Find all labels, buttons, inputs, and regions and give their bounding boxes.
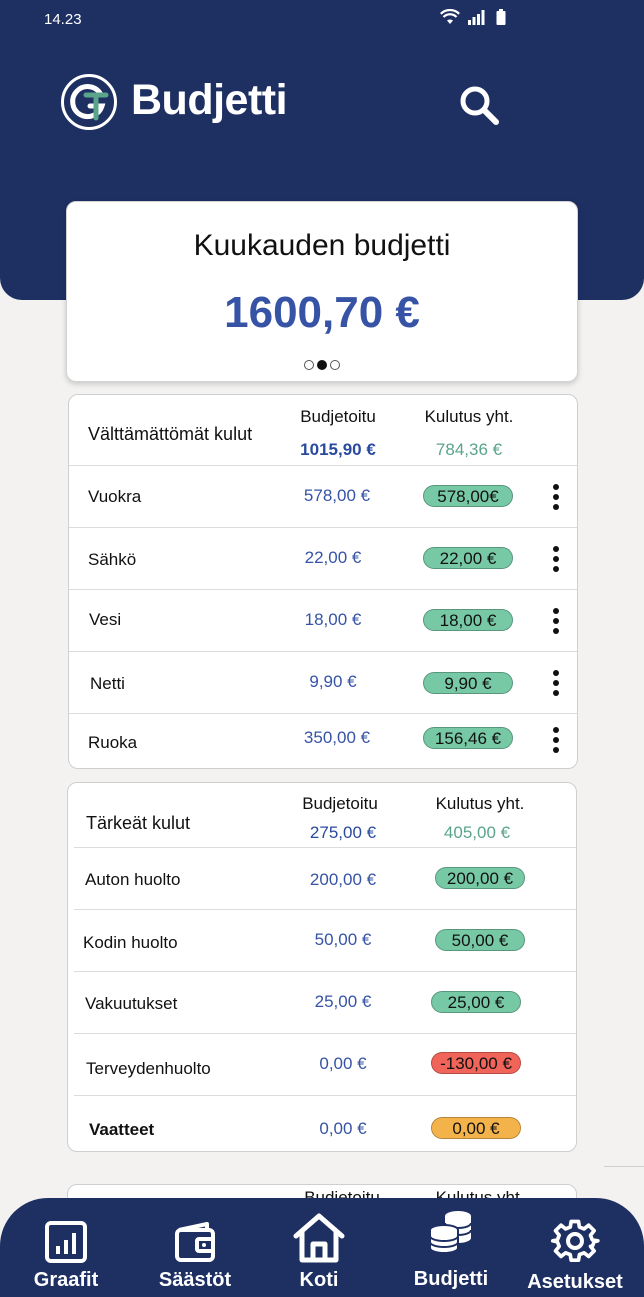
nav-label: Graafit <box>33 1269 99 1291</box>
column-header-budgeted: Budjetoitu <box>302 794 378 813</box>
expense-spent-badge: -130,00 € <box>431 1052 521 1074</box>
expense-budgeted: 22,00 € <box>304 548 362 567</box>
carousel-dots <box>67 360 577 370</box>
expense-row[interactable]: Vesi 18,00 € 18,00 € <box>69 589 577 651</box>
expense-row[interactable]: Netti 9,90 € 9,90 € <box>69 651 577 713</box>
expense-budgeted: 18,00 € <box>304 610 362 629</box>
section-important-expenses: Tärkeät kulut Budjetoitu Kulutus yht. 27… <box>67 782 577 1152</box>
more-options-button[interactable] <box>546 725 566 755</box>
divider <box>604 1166 644 1167</box>
gear-icon <box>550 1219 600 1263</box>
expense-spent-badge: 25,00 € <box>431 991 521 1013</box>
signal-icon <box>468 10 485 25</box>
expense-spent-badge: 18,00 € <box>423 609 513 631</box>
budget-card-title: Kuukauden budjetti <box>193 229 451 262</box>
expense-spent-badge: 22,00 € <box>423 547 513 569</box>
home-icon <box>293 1213 345 1263</box>
budget-amount: 1600,70 € <box>224 288 420 337</box>
chart-icon <box>45 1221 87 1263</box>
expense-budgeted: 578,00 € <box>303 486 371 505</box>
carousel-dot[interactable] <box>330 360 340 370</box>
column-header-spent: Kulutus yht. <box>424 407 514 426</box>
app-title: Budjetti <box>131 76 288 124</box>
expense-row[interactable]: Ruoka 350,00 € 156,46 € <box>69 713 577 768</box>
expense-row[interactable]: Vaatteet 0,00 € 0,00 € <box>74 1095 576 1151</box>
carousel-dot[interactable] <box>304 360 314 370</box>
more-options-button[interactable] <box>546 606 566 636</box>
expense-spent-badge: 200,00 € <box>435 867 525 889</box>
expense-spent-badge: 50,00 € <box>435 929 525 951</box>
expense-name: Vesi <box>89 610 122 629</box>
more-options-button[interactable] <box>546 668 566 698</box>
expense-row[interactable]: Vuokra 578,00 € 578,00€ <box>69 465 577 527</box>
expense-budgeted: 200,00 € <box>309 870 377 889</box>
expense-name: Terveydenhuolto <box>86 1059 211 1078</box>
expense-spent-badge: 0,00 € <box>431 1117 521 1139</box>
section-title: Välttämättömät kulut <box>88 424 253 444</box>
status-time: 14.23 <box>44 11 82 28</box>
expense-row[interactable]: Auton huolto 200,00 € 200,00 € <box>74 847 576 909</box>
expense-row[interactable]: Kodin huolto 50,00 € 50,00 € <box>74 909 576 971</box>
expense-name: Vuokra <box>88 487 142 506</box>
wallet-icon <box>175 1222 215 1262</box>
nav-settings[interactable]: Asetukset <box>515 1198 635 1297</box>
expense-budgeted: 50,00 € <box>314 930 372 949</box>
battery-icon <box>496 9 506 25</box>
monthly-budget-card[interactable]: Kuukauden budjetti 1600,70 € <box>66 201 578 382</box>
nav-savings[interactable]: Säästöt <box>135 1198 255 1297</box>
expense-budgeted: 9,90 € <box>309 672 357 691</box>
expense-name: Vaatteet <box>89 1120 155 1139</box>
total-spent: 784,36 € <box>435 440 503 459</box>
nav-label: Budjetti <box>413 1268 489 1290</box>
expense-name: Netti <box>90 674 125 693</box>
wifi-icon <box>440 9 460 24</box>
expense-name: Vakuutukset <box>85 994 178 1013</box>
total-budgeted: 275,00 € <box>309 823 377 842</box>
nav-label: Asetukset <box>527 1271 623 1293</box>
nav-label: Koti <box>299 1269 339 1291</box>
status-icons <box>440 9 506 25</box>
search-icon <box>460 86 499 125</box>
search-button[interactable] <box>456 82 502 128</box>
expense-name: Auton huolto <box>85 870 181 889</box>
expense-name: Sähkö <box>88 550 137 569</box>
expense-spent-badge: 9,90 € <box>423 672 513 694</box>
nav-budget[interactable]: Budjetti <box>391 1198 511 1297</box>
expense-row[interactable]: Vakuutukset 25,00 € 25,00 € <box>74 971 576 1033</box>
expense-name: Ruoka <box>88 733 138 752</box>
bottom-navigation: Graafit Säästöt Koti Budjetti Asetukset <box>0 1198 644 1297</box>
total-spent: 405,00 € <box>443 823 511 842</box>
more-options-button[interactable] <box>546 482 566 512</box>
coins-icon <box>429 1211 472 1254</box>
app-logo <box>61 74 117 130</box>
expense-row[interactable]: Sähkö 22,00 € 22,00 € <box>69 527 577 589</box>
expense-spent-badge: 156,46 € <box>423 727 513 749</box>
expense-row[interactable]: Terveydenhuolto 0,00 € -130,00 € <box>74 1033 576 1095</box>
expense-spent-badge: 578,00€ <box>423 485 513 507</box>
expense-budgeted: 0,00 € <box>319 1119 367 1138</box>
carousel-dot-active[interactable] <box>317 360 327 370</box>
expense-budgeted: 350,00 € <box>303 728 371 747</box>
nav-home[interactable]: Koti <box>259 1198 379 1297</box>
nav-label: Säästöt <box>158 1269 232 1291</box>
section-title: Tärkeät kulut <box>86 813 191 833</box>
expense-name: Kodin huolto <box>83 933 178 952</box>
more-options-button[interactable] <box>546 544 566 574</box>
total-budgeted: 1015,90 € <box>300 440 376 459</box>
nav-charts[interactable]: Graafit <box>6 1198 126 1297</box>
expense-budgeted: 25,00 € <box>314 992 372 1011</box>
expense-budgeted: 0,00 € <box>319 1054 367 1073</box>
column-header-spent: Kulutus yht. <box>435 794 525 813</box>
column-header-budgeted: Budjetoitu <box>300 407 376 426</box>
section-essential-expenses: Välttämättömät kulut Budjetoitu Kulutus … <box>68 394 578 769</box>
